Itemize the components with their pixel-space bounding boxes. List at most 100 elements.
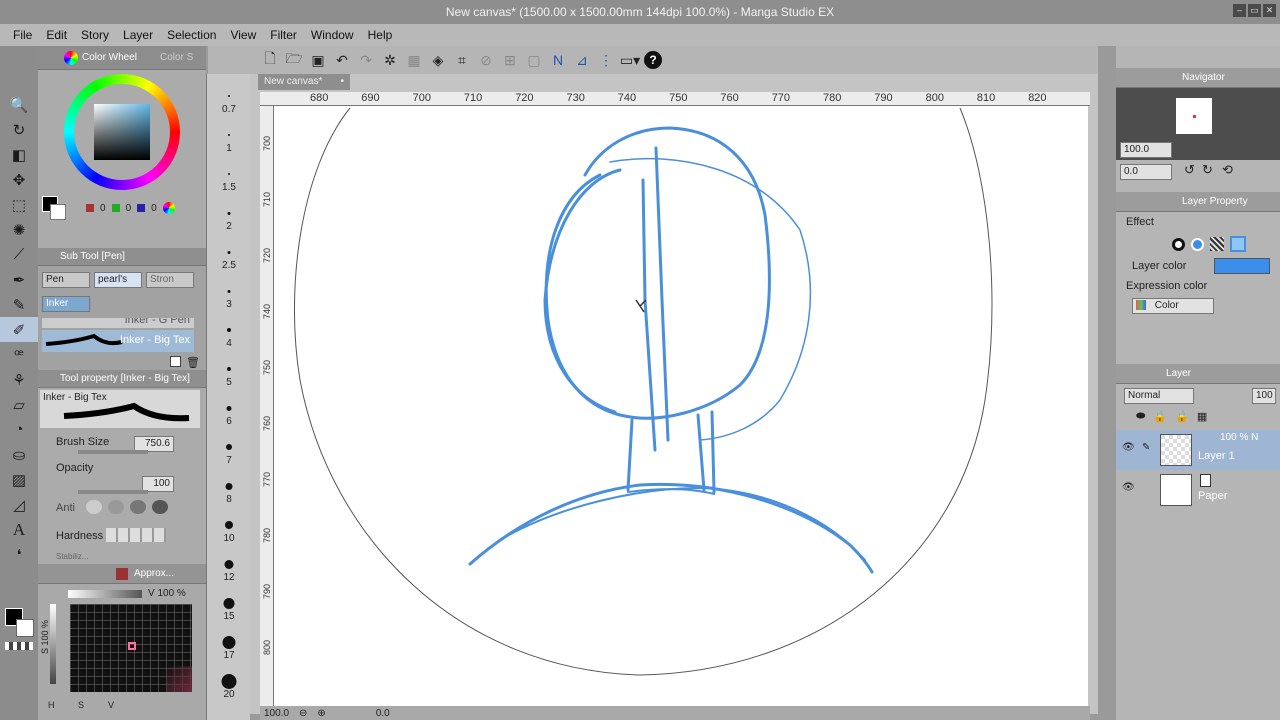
menu-file[interactable]: File [6,24,39,46]
close-button[interactable]: ✕ [1263,4,1276,17]
figure-icon[interactable]: ◿ [0,492,38,517]
balloon-icon[interactable]: ❛ [0,542,38,567]
pencil-tool-icon[interactable]: ✎ [0,292,38,317]
reset-rotation-icon[interactable]: ⟲ [1222,162,1233,178]
value-slider[interactable] [68,590,142,598]
layer-color-swatch[interactable] [1214,258,1270,274]
auto-select-icon[interactable]: ✺ [0,217,38,242]
brush-size-dot[interactable] [226,328,231,332]
visibility-eye-icon[interactable]: 👁 [1122,442,1135,453]
visibility-eye-icon[interactable]: 👁 [1122,482,1135,493]
special-ruler-icon[interactable]: ⊿ [572,50,592,70]
brush-size-dot[interactable] [224,559,233,569]
sub-color-swatch[interactable] [50,204,66,220]
menu-layer[interactable]: Layer [116,24,160,46]
clear-icon[interactable]: ▦ [404,50,424,70]
zoom-in-icon[interactable]: ⊕ [317,708,325,719]
undo-icon[interactable]: ↶ [332,50,352,70]
layer-lock-icon[interactable]: 🔒 [1153,410,1167,423]
gradient-icon[interactable]: ▨ [0,467,38,492]
brush-size-dot[interactable] [223,597,234,609]
menu-help[interactable]: Help [361,24,400,46]
layer-row[interactable]: 👁 Paper [1116,472,1280,508]
selection-tool-icon[interactable]: ⬚ [0,192,38,217]
brush-size-dot[interactable] [227,173,230,175]
zoom-tool-icon[interactable]: 🔍 [0,92,38,117]
sub-tool-item[interactable]: Inker - G Pen [42,318,194,328]
color-swatch-icon[interactable] [5,608,35,638]
brush-size-dot[interactable] [227,134,230,136]
brush-size-dot[interactable] [226,405,231,411]
move-tool-icon[interactable]: ✥ [0,167,38,192]
anti-alias-options[interactable] [86,500,168,514]
brush-size-dot[interactable] [227,95,230,97]
expression-color-select[interactable]: Color [1132,298,1214,314]
layer-row[interactable]: 👁 ✎ 100 % N Layer 1 [1116,430,1280,470]
approx-color-grid[interactable] [70,604,192,692]
opacity-slider[interactable] [78,490,148,494]
brush-size-dot[interactable] [221,673,236,689]
brush-size-dot[interactable] [224,521,233,529]
status-rotation[interactable]: 0.0 [376,708,390,719]
save-icon[interactable]: ▣ [308,50,328,70]
disabled-tool2-icon[interactable]: ⊞ [500,50,520,70]
decoration-icon[interactable]: ⚘ [0,367,38,392]
pen-tool-icon[interactable]: ✒ [0,267,38,292]
menu-filter[interactable]: Filter [263,24,304,46]
brush-size-dot[interactable] [222,635,235,649]
menu-view[interactable]: View [223,24,263,46]
sub-tool-tab-pen[interactable]: Pen [42,272,90,288]
navigator-zoom-field[interactable]: 100.0 [1120,142,1172,158]
minimize-button[interactable]: ‒ [1233,4,1246,17]
brush-size-dot[interactable] [227,289,230,293]
sub-tool-tab-inker[interactable]: Inker [42,296,90,312]
color-slider-tab[interactable]: Color S [160,46,193,70]
anti-alias-none-icon[interactable] [86,500,102,514]
menu-story[interactable]: Story [74,24,116,46]
color-wheel-tab[interactable]: Color Wheel [82,46,137,70]
operation-tool-icon[interactable]: ◧ [0,142,38,167]
transform-icon[interactable]: ✲ [380,50,400,70]
layer-color-effect-icon[interactable] [1230,236,1246,252]
tone-icon[interactable] [1210,237,1224,251]
transparent-swatch[interactable] [5,642,33,650]
fill-icon[interactable]: ◈ [428,50,448,70]
brush-size-dot[interactable] [225,482,232,490]
brush-size-dot[interactable] [227,250,230,254]
maximize-button[interactable]: ▭ [1248,4,1261,17]
grid-snap-icon[interactable]: ⋮ [596,50,616,70]
anti-alias-weak-icon[interactable] [108,500,124,514]
airbrush-icon[interactable]: ꟹ [0,342,38,367]
layer-clip-icon[interactable]: ⬬ [1136,410,1145,423]
approx-color-title[interactable]: Approx... [134,564,174,584]
layer-lock-alpha-icon[interactable]: 🔒 [1175,410,1189,423]
brush-size-dot[interactable] [225,444,232,450]
text-tool-icon[interactable]: A [0,517,38,542]
rotate-left-icon[interactable]: ↺ [1184,162,1195,178]
brush-tool-icon[interactable]: ✐ [0,317,38,342]
view-options-icon[interactable]: ▭▾ [620,50,640,70]
layer-reference-icon[interactable]: ▦ [1197,410,1207,423]
open-file-icon[interactable]: 🗁 [284,50,304,70]
menu-edit[interactable]: Edit [39,24,74,46]
anti-alias-mid-icon[interactable] [130,500,146,514]
delete-sub-tool-icon[interactable]: 🗑 [186,356,200,369]
rotate-right-icon[interactable]: ↻ [1202,162,1213,178]
extract-line-icon[interactable] [1191,237,1204,251]
saturation-square[interactable] [94,104,150,160]
disabled-tool-icon[interactable]: ⊘ [476,50,496,70]
sub-tool-tab-strong[interactable]: Stron [146,272,194,288]
approx-v-button[interactable]: V [108,700,114,710]
blend-icon[interactable]: ◔ [0,417,38,442]
new-sub-tool-icon[interactable] [170,356,181,367]
border-effect-icon[interactable] [1172,237,1185,251]
crop-icon[interactable]: ⌗ [452,50,472,70]
right-collapse-strip[interactable] [1098,46,1116,720]
anti-alias-strong-icon[interactable] [152,500,168,514]
help-icon[interactable]: ? [644,51,662,69]
new-file-icon[interactable]: 🗋 [260,50,280,70]
menu-window[interactable]: Window [304,24,361,46]
navigator-preview[interactable]: 100.0 [1116,88,1280,160]
status-zoom[interactable]: 100.0 [264,708,289,719]
color-mode-icon[interactable] [162,202,175,214]
